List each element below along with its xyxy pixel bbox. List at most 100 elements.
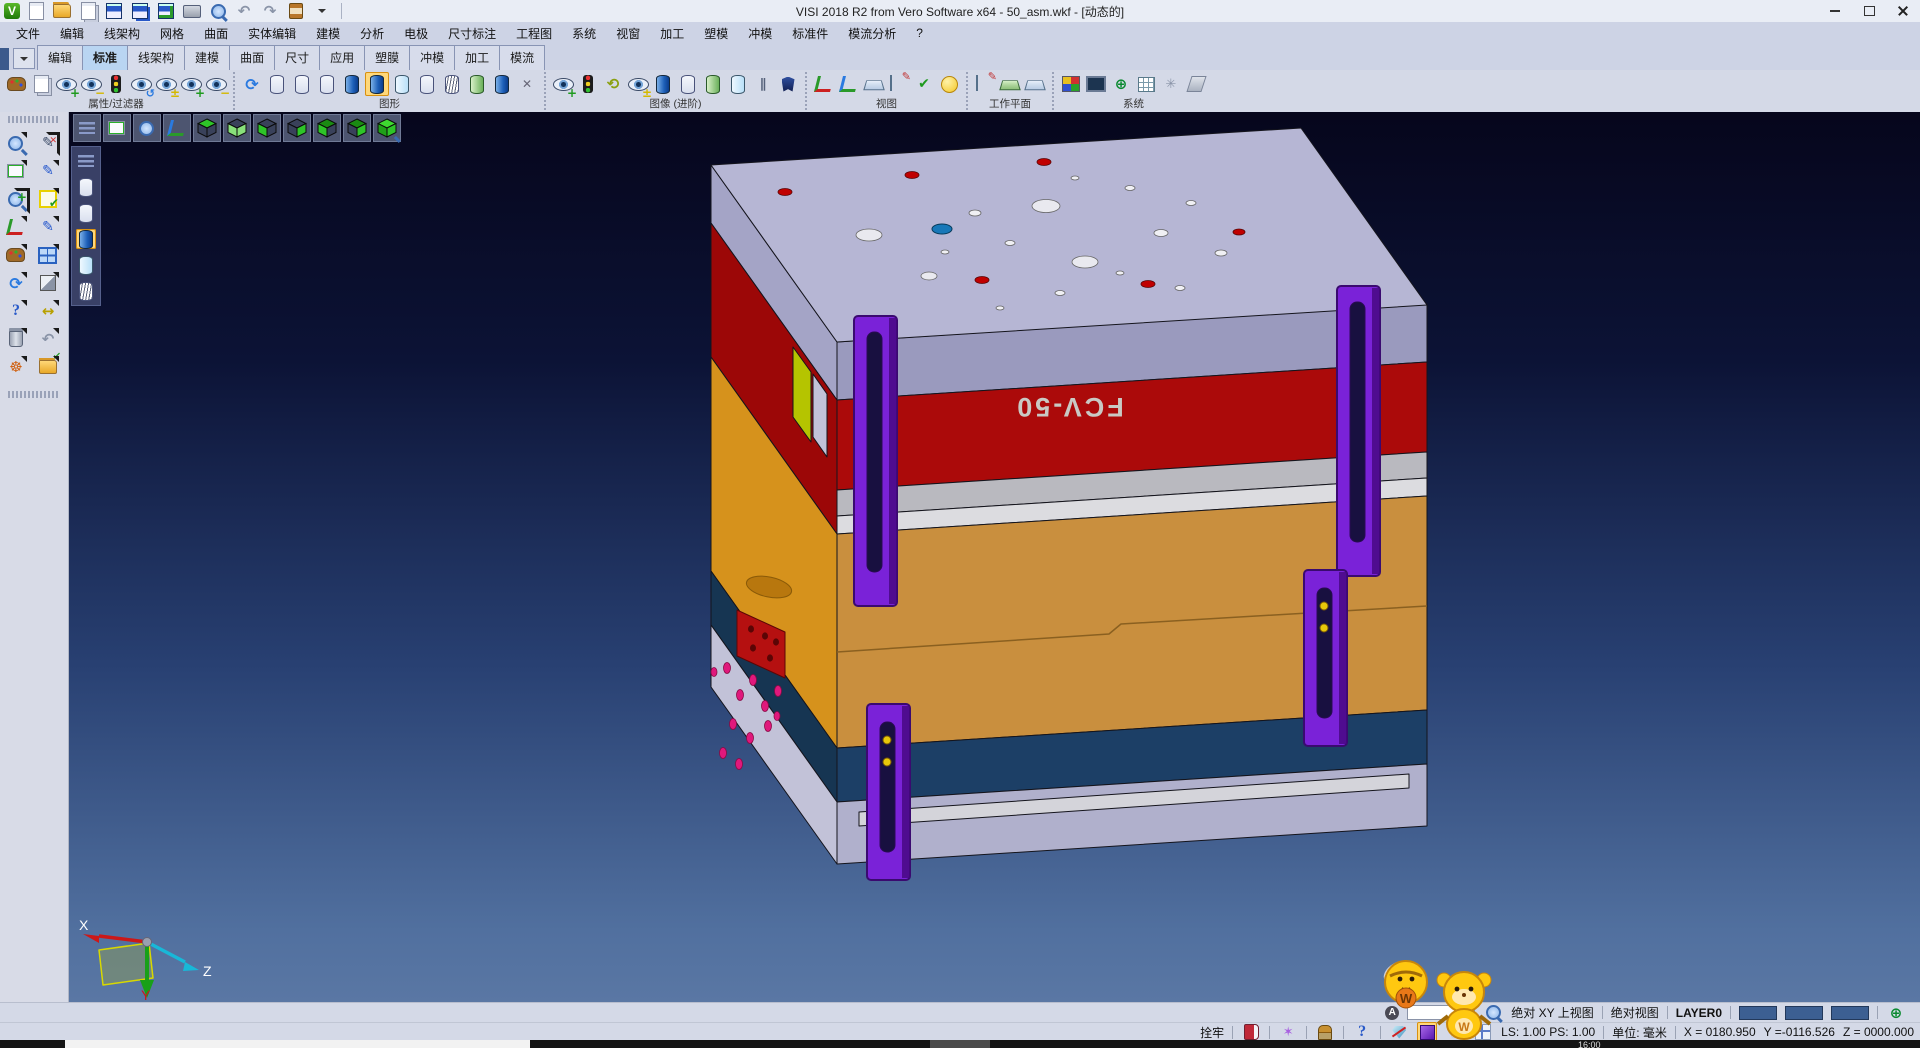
dynamic-axes-icon[interactable] [812,72,836,96]
tab-dimension[interactable]: 尺寸 [274,45,320,70]
filter-traffic-light-icon[interactable] [104,72,128,96]
plane-flat-icon[interactable] [1023,72,1047,96]
menu-item-mesh[interactable]: 网格 [150,23,194,44]
zoom-magnifier-icon[interactable] [4,187,28,211]
outline-cylinder-icon[interactable] [415,72,439,96]
history-clock-icon[interactable] [286,1,306,21]
copy-properties-icon[interactable] [29,72,53,96]
maximize-button[interactable] [1852,0,1886,22]
toggle-view-eye-icon[interactable] [626,72,650,96]
material-cylinder-icon[interactable] [465,72,489,96]
help-question-icon[interactable] [4,299,28,323]
lock-label[interactable]: 拴牢 [1200,1024,1224,1041]
menu-item-solid-edit[interactable]: 实体编辑 [238,23,306,44]
confirm-checkbox-icon[interactable] [36,187,60,211]
solid-view-cylinder-icon[interactable] [651,72,675,96]
toggle-visibility-eye-icon[interactable] [154,72,178,96]
tab-standard[interactable]: 标准 [82,45,128,70]
hide-remove-eye-icon[interactable] [79,72,103,96]
windows-taskbar[interactable]: 16:00 [0,1040,1920,1048]
slanted-sheet-icon[interactable] [1184,72,1208,96]
color-swatch[interactable] [1831,1006,1869,1020]
tab-surface[interactable]: 曲面 [229,45,275,70]
navigate-wheel-icon[interactable] [4,355,28,379]
3d-viewport[interactable]: FCV-50 [69,112,1920,1002]
shaded-cylinder-icon[interactable] [340,72,364,96]
show-all-eye-icon[interactable] [179,72,203,96]
tab-wireframe[interactable]: 线架构 [127,45,185,70]
save-all-icon[interactable] [130,1,150,21]
menu-item-wireframe[interactable]: 线架构 [94,23,150,44]
render-cylinder-icon[interactable] [490,72,514,96]
taskbar-segment[interactable] [930,1040,990,1048]
section-view-icon[interactable] [751,72,775,96]
tab-mould[interactable]: 塑膜 [364,45,410,70]
plane-sketch-pencil-icon[interactable]: ✎ [887,72,911,96]
selection-rectangle-icon[interactable] [4,159,28,183]
new-file-icon[interactable] [26,1,46,21]
color-swatch[interactable] [1785,1006,1823,1020]
tab-application[interactable]: 应用 [319,45,365,70]
menu-item-system[interactable]: 系统 [562,23,606,44]
regen-refresh-icon[interactable] [240,72,264,96]
refresh-regen-icon[interactable] [4,271,28,295]
mold-assembly-model[interactable]: FCV-50 [69,112,1920,1002]
undo-arrow-icon[interactable] [36,327,60,351]
menu-item-mould[interactable]: 塑模 [694,23,738,44]
smiley-render-icon[interactable] [937,72,961,96]
attributes-palette-icon[interactable] [4,72,28,96]
orbit-axes-icon[interactable] [837,72,861,96]
toolbar-grip[interactable] [8,116,60,123]
spline-pencil-icon[interactable] [36,215,60,239]
seal-stamp-icon[interactable] [1315,1022,1335,1042]
taskbar-window-strip[interactable] [65,1040,530,1048]
active-layer-label[interactable]: LAYER0 [1676,1006,1722,1020]
hidden-line-cylinder-icon[interactable] [290,72,314,96]
menu-item-analysis[interactable]: 分析 [350,23,394,44]
open-document-icon[interactable] [78,1,98,21]
hide-all-eye-icon[interactable] [204,72,228,96]
hatched-cylinder-icon[interactable] [440,72,464,96]
delete-trash-icon[interactable] [4,327,28,351]
menu-item-edit[interactable]: 编辑 [50,23,94,44]
color-swatch[interactable] [1739,1006,1777,1020]
menu-item-progress[interactable]: 冲模 [738,23,782,44]
tab-edit[interactable]: 编辑 [37,45,83,70]
menu-item-file[interactable]: 文件 [6,23,50,44]
ghost-view-cylinder-icon[interactable] [676,72,700,96]
toolbar-grip[interactable] [8,391,60,398]
display-settings-icon[interactable] [515,72,539,96]
plane-edit-pencil-icon[interactable]: ✎ [973,72,997,96]
absolute-view-label[interactable]: 绝对视图 [1611,1004,1659,1021]
wireframe-cylinder-icon[interactable] [265,72,289,96]
validate-check-icon[interactable] [912,72,936,96]
print-preview-icon[interactable] [208,1,228,21]
edit-delete-pencil-icon[interactable] [36,131,60,155]
quick-access-dropdown-icon[interactable] [312,1,332,21]
menu-item-drawing[interactable]: 工程图 [506,23,562,44]
minimize-button[interactable] [1818,0,1852,22]
menu-item-standard-parts[interactable]: 标准件 [782,23,838,44]
undo-icon[interactable] [234,1,254,21]
view-magnifier-icon[interactable] [4,131,28,155]
menu-item-surface[interactable]: 曲面 [194,23,238,44]
menu-item-electrode[interactable]: 电极 [394,23,438,44]
menu-item-modeling[interactable]: 建模 [306,23,350,44]
red-notebook-icon[interactable] [1241,1022,1261,1042]
monitor-display-icon[interactable] [1084,72,1108,96]
solid-cube-icon[interactable] [36,271,60,295]
protect-shield-icon[interactable] [776,72,800,96]
add-view-eye-icon[interactable] [551,72,575,96]
work-plane-grid-icon[interactable] [862,72,886,96]
menu-item-window[interactable]: 视窗 [606,23,650,44]
tab-modeling[interactable]: 建模 [184,45,230,70]
menu-item-help[interactable]: ? [906,24,933,42]
save-special-icon[interactable] [156,1,176,21]
plane-green-icon[interactable] [998,72,1022,96]
menu-item-dimension[interactable]: 尺寸标注 [438,23,506,44]
shaded-edges-cylinder-icon-selected[interactable] [365,72,389,96]
transparent-cylinder-icon[interactable] [390,72,414,96]
magic-wand-icon[interactable] [1278,1022,1298,1042]
open-project-folder-icon[interactable] [36,355,60,379]
tab-progress[interactable]: 冲模 [409,45,455,70]
